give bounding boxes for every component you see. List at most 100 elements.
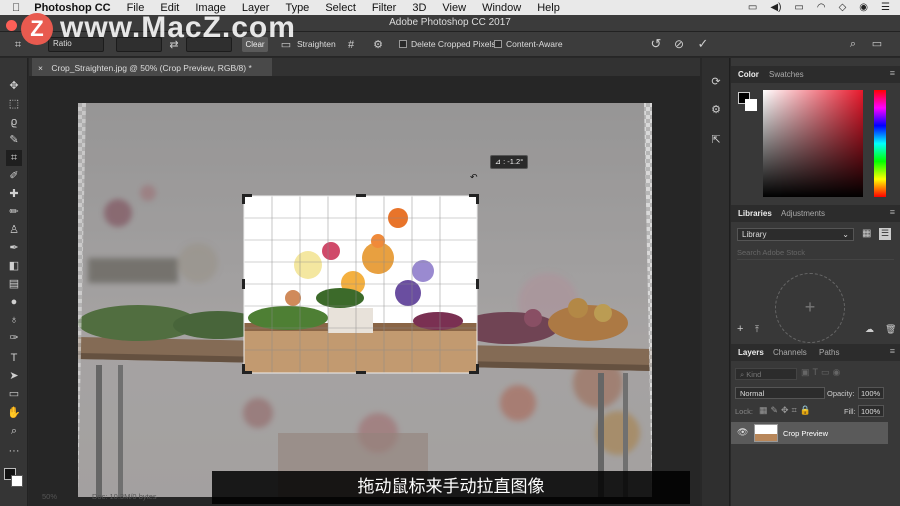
eraser-tool-icon[interactable]: ◧ — [6, 258, 22, 274]
eyedropper-tool-icon[interactable]: ✐ — [6, 168, 22, 184]
search-icon[interactable]: ⌕ — [845, 36, 861, 52]
upload-icon[interactable]: ⤒ — [755, 324, 759, 335]
quick-select-tool-icon[interactable]: ✎ — [6, 132, 22, 148]
library-select[interactable]: Library ⌄ — [737, 228, 854, 241]
doc-info[interactable]: Doc: 10.3M/0 bytes — [92, 492, 157, 501]
zoom-tool-icon[interactable]: ⌕ — [6, 423, 22, 439]
stamp-tool-icon[interactable]: ♙ — [6, 222, 22, 238]
cc-icon[interactable]: ☁ — [865, 324, 874, 335]
user-icon[interactable]: ◉ — [859, 2, 868, 13]
list-view-icon[interactable]: ☰ — [879, 228, 891, 240]
tab-swatches[interactable]: Swatches — [769, 70, 804, 79]
overlay-grid-icon[interactable]: # — [343, 37, 359, 53]
layer-filter-icons[interactable]: ▣T▭◉ — [801, 367, 843, 378]
tab-layers[interactable]: Layers — [738, 348, 764, 357]
menu-select[interactable]: Select — [317, 2, 364, 14]
dropbox-icon[interactable]: ◇ — [839, 2, 847, 13]
tab-adjustments[interactable]: Adjustments — [781, 209, 825, 218]
menu-window[interactable]: Window — [474, 2, 529, 14]
rotate-cursor-icon: ↶ — [470, 172, 478, 182]
background-color-swatch[interactable] — [11, 475, 23, 487]
workspace-icon[interactable]: ▭ — [869, 36, 885, 52]
blur-tool-icon[interactable]: ● — [6, 294, 22, 310]
visibility-eye-icon[interactable]: 👁 — [737, 427, 748, 438]
gradient-tool-icon[interactable]: ▤ — [6, 276, 22, 292]
panel-menu-icon[interactable]: ≡ — [890, 68, 895, 78]
panel-menu-icon[interactable]: ≡ — [890, 346, 895, 356]
delete-cropped-checkbox[interactable] — [399, 40, 407, 48]
color-bg-swatch[interactable] — [745, 99, 757, 111]
cancel-icon[interactable]: ⊘ — [671, 36, 687, 52]
tab-paths[interactable]: Paths — [819, 348, 839, 357]
photo-background[interactable] — [78, 103, 652, 497]
document-tabbar: × Crop_Straighten.jpg @ 50% (Crop Previe… — [29, 58, 700, 76]
menu-filter[interactable]: Filter — [364, 2, 404, 14]
document-tab[interactable]: × Crop_Straighten.jpg @ 50% (Crop Previe… — [32, 58, 272, 76]
crop-tool-icon[interactable]: ⌗ — [6, 150, 22, 166]
actions-panel-icon[interactable]: ⇱ — [708, 132, 724, 148]
zoom-level[interactable]: 50% — [42, 492, 57, 501]
layer-kind-filter[interactable]: ⌕ Kind — [735, 368, 797, 380]
more-tools-icon[interactable]: ··· — [6, 443, 22, 459]
tab-channels[interactable]: Channels — [773, 348, 807, 357]
gear-icon[interactable]: ⚙ — [370, 37, 386, 53]
blend-label: Normal — [740, 389, 765, 398]
blend-mode-select[interactable]: Normal — [735, 387, 825, 399]
watermark-text: www.MacZ.com — [60, 11, 296, 44]
menu-help[interactable]: Help — [529, 2, 568, 14]
crop-tool-preset-icon[interactable]: ⌗ — [10, 37, 26, 53]
trash-icon[interactable]: 🗑 — [885, 324, 896, 335]
hand-tool-icon[interactable]: ✋ — [6, 405, 22, 421]
content-aware-checkbox[interactable] — [494, 40, 502, 48]
stock-search-input[interactable]: Search Adobe Stock — [737, 248, 894, 260]
menu-view[interactable]: View — [434, 2, 474, 14]
move-tool-icon[interactable]: ✥ — [6, 78, 22, 94]
chevron-down-icon: ⌄ — [842, 230, 849, 239]
panel-menu-icon[interactable]: ≡ — [890, 207, 895, 217]
kind-label: Kind — [746, 370, 762, 379]
tools-panel: ✥ ⬚ ϱ ✎ ⌗ ✐ ✚ ✏ ♙ ✒ ◧ ▤ ● ♁ ✑ T ➤ ▭ ✋ ⌕ … — [0, 58, 28, 506]
healing-tool-icon[interactable]: ✚ — [6, 186, 22, 202]
add-content-icon[interactable]: + — [775, 273, 845, 343]
close-tab-icon[interactable]: × — [38, 63, 43, 73]
library-label: Library — [742, 230, 767, 239]
history-brush-tool-icon[interactable]: ✒ — [6, 240, 22, 256]
opacity-field[interactable]: 100% — [858, 387, 884, 399]
apple-icon[interactable]:  — [0, 2, 26, 14]
marquee-tool-icon[interactable]: ⬚ — [6, 96, 22, 112]
dodge-tool-icon[interactable]: ♁ — [6, 312, 22, 328]
properties-panel-icon[interactable]: ⚙ — [708, 102, 724, 118]
fill-label: Fill: — [844, 407, 856, 416]
wifi-icon[interactable]: ◠ — [817, 2, 826, 13]
type-tool-icon[interactable]: T — [6, 350, 22, 366]
close-window-icon[interactable] — [6, 20, 17, 31]
panel-icon-strip: ⟳ ⚙ ⇱ — [702, 58, 730, 506]
layer-row[interactable]: 👁 Crop Preview — [731, 422, 888, 444]
straighten-label[interactable]: Straighten — [297, 39, 336, 49]
grid-view-icon[interactable]: ▦ — [862, 228, 874, 240]
crop-area — [242, 194, 479, 374]
rectangle-tool-icon[interactable]: ▭ — [6, 386, 22, 402]
commit-icon[interactable]: ✓ — [695, 36, 711, 52]
lasso-tool-icon[interactable]: ϱ — [6, 114, 22, 130]
history-panel-icon[interactable]: ⟳ — [708, 74, 724, 90]
path-select-tool-icon[interactable]: ➤ — [6, 368, 22, 384]
brush-tool-icon[interactable]: ✏ — [6, 204, 22, 220]
lock-icons[interactable]: ▦✎✥⌗🔒 — [759, 405, 814, 416]
color-field[interactable] — [763, 90, 863, 197]
reset-icon[interactable]: ↺ — [648, 36, 664, 52]
pen-tool-icon[interactable]: ✑ — [6, 330, 22, 346]
fill-field[interactable]: 100% — [858, 405, 884, 417]
tab-libraries[interactable]: Libraries — [738, 209, 772, 218]
hue-slider[interactable] — [874, 90, 886, 197]
layer-name[interactable]: Crop Preview — [783, 429, 828, 438]
display-icon[interactable]: ▭ — [748, 2, 757, 13]
watermark-logo: Z — [21, 13, 53, 45]
add-icon[interactable]: + — [737, 323, 743, 335]
delete-cropped-label: Delete Cropped Pixels — [411, 39, 496, 49]
battery-icon[interactable]: ▭ — [794, 2, 803, 13]
tab-color[interactable]: Color — [738, 70, 759, 79]
list-icon[interactable]: ☰ — [881, 2, 890, 13]
volume-icon[interactable]: ◀) — [770, 2, 781, 13]
menu-3d[interactable]: 3D — [404, 2, 434, 14]
